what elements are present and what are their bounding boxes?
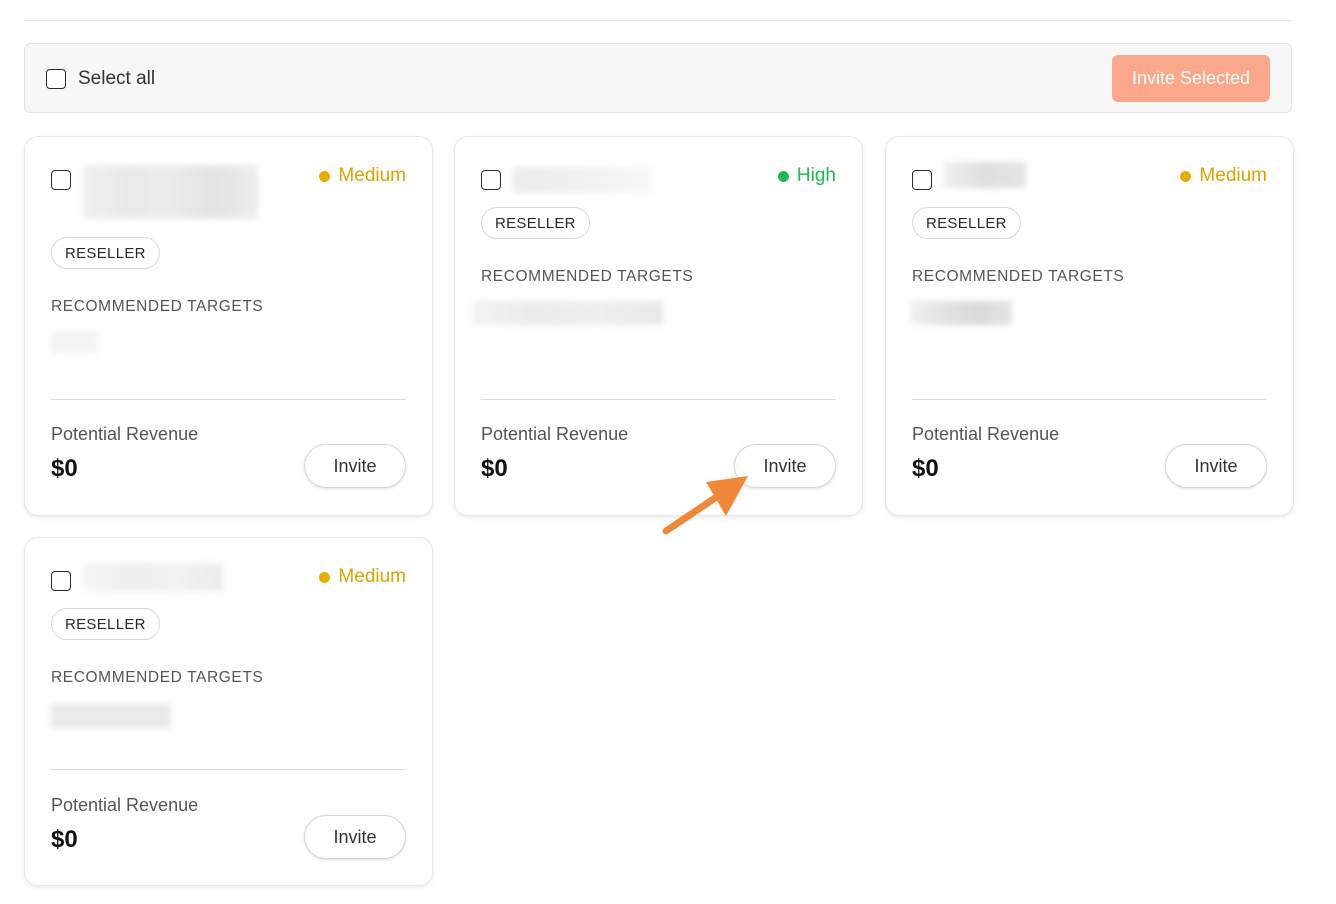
- tag-label: RESELLER: [65, 615, 146, 633]
- potential-revenue-value: $0: [912, 455, 939, 482]
- top-divider: [24, 20, 1292, 21]
- partner-type-tag: RESELLER: [51, 608, 160, 640]
- recommended-targets-label: RECOMMENDED TARGETS: [51, 669, 264, 686]
- tag-label: RESELLER: [495, 214, 576, 232]
- partner-name-redacted: [513, 167, 653, 193]
- potential-revenue-label: Potential Revenue: [51, 424, 199, 444]
- partner-name-redacted: [82, 165, 258, 219]
- card-divider: [51, 769, 406, 770]
- partner-type-tag: RESELLER: [481, 207, 590, 239]
- tag-label: RESELLER: [65, 244, 146, 262]
- card-checkbox[interactable]: [51, 170, 71, 190]
- potential-revenue-value: $0: [51, 826, 78, 853]
- priority-dot-icon: [319, 170, 331, 182]
- priority-dot-icon: [1180, 170, 1192, 182]
- partner-type-tag: RESELLER: [912, 207, 1021, 239]
- priority-dot-icon: [777, 170, 789, 182]
- select-all-label[interactable]: Select all: [78, 68, 155, 90]
- recommended-targets-redacted: [51, 331, 99, 353]
- potential-revenue-value: $0: [51, 455, 78, 482]
- partner-card: Medium RESELLER RECOMMENDED TARGETS Pote…: [24, 136, 433, 516]
- invite-selected-button[interactable]: Invite Selected: [1112, 55, 1270, 102]
- priority-label: Medium: [338, 566, 406, 587]
- priority-label: Medium: [338, 165, 406, 186]
- card-divider: [481, 399, 836, 400]
- select-all-checkbox[interactable]: [46, 69, 66, 89]
- partner-card: Medium RESELLER RECOMMENDED TARGETS Pote…: [885, 136, 1294, 516]
- bulk-select-bar: Select all Invite Selected: [24, 43, 1292, 113]
- recommended-targets-redacted: [473, 301, 663, 325]
- priority-indicator: High: [777, 165, 836, 187]
- recommended-targets-label: RECOMMENDED TARGETS: [912, 268, 1125, 285]
- recommended-targets-label: RECOMMENDED TARGETS: [481, 268, 694, 285]
- invite-button[interactable]: Invite: [304, 444, 406, 488]
- priority-label: Medium: [1199, 165, 1267, 186]
- potential-revenue-value: $0: [481, 455, 508, 482]
- partner-card: High RESELLER RECOMMENDED TARGETS Potent…: [454, 136, 863, 516]
- card-divider: [51, 399, 406, 400]
- partner-name-redacted: [83, 563, 223, 591]
- card-checkbox[interactable]: [51, 571, 71, 591]
- pointer-arrow-icon: [662, 476, 748, 535]
- card-checkbox[interactable]: [481, 170, 501, 190]
- recommended-targets-redacted: [51, 704, 171, 728]
- partner-card: Medium RESELLER RECOMMENDED TARGETS Pote…: [24, 537, 433, 886]
- invite-button[interactable]: Invite: [1165, 444, 1267, 488]
- partner-name-redacted: [944, 162, 1026, 188]
- card-checkbox[interactable]: [912, 170, 932, 190]
- tag-label: RESELLER: [926, 214, 1007, 232]
- priority-indicator: Medium: [319, 165, 406, 187]
- priority-dot-icon: [319, 571, 331, 583]
- potential-revenue-label: Potential Revenue: [481, 424, 629, 444]
- card-divider: [912, 399, 1267, 400]
- partner-type-tag: RESELLER: [51, 237, 160, 269]
- recommended-targets-label: RECOMMENDED TARGETS: [51, 298, 264, 315]
- potential-revenue-label: Potential Revenue: [912, 424, 1060, 444]
- invite-button[interactable]: Invite: [304, 815, 406, 859]
- recommended-targets-redacted: [910, 301, 1012, 325]
- potential-revenue-label: Potential Revenue: [51, 795, 199, 815]
- priority-indicator: Medium: [1180, 165, 1267, 187]
- priority-label: High: [796, 165, 836, 186]
- priority-indicator: Medium: [319, 566, 406, 588]
